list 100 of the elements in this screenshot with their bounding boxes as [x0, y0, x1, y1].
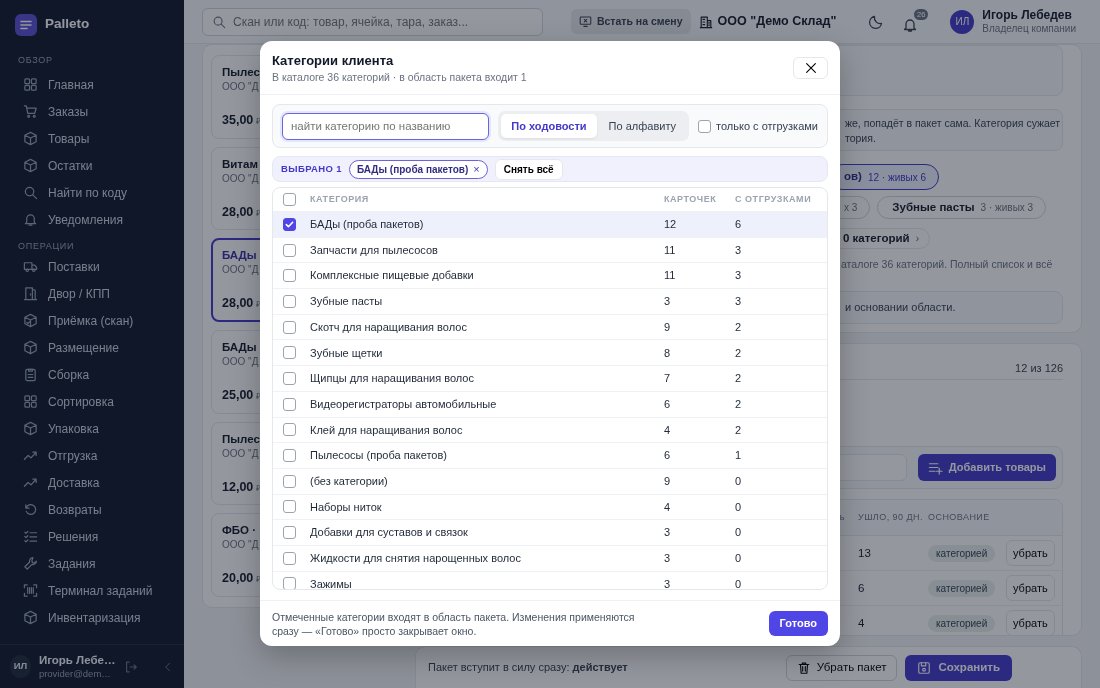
checkbox[interactable] [698, 119, 712, 133]
checkbox[interactable] [283, 500, 296, 514]
table-row[interactable]: Жидкости для снятия нарощенных волос 3 0 [273, 545, 827, 572]
cart-icon [23, 104, 38, 119]
sidebar-item[interactable]: Приёмка (скан) [0, 307, 184, 334]
sidebar-item[interactable]: Отгрузка [0, 442, 184, 469]
checkbox[interactable] [283, 449, 296, 463]
checkbox[interactable] [283, 346, 296, 360]
sidebar-item[interactable]: Задания [0, 550, 184, 577]
sort-tab[interactable]: По алфавиту [598, 113, 687, 139]
sidebar-item[interactable]: Заказы [0, 98, 184, 125]
logout-icon[interactable] [124, 659, 138, 674]
checkbox[interactable] [283, 526, 296, 540]
checkbox[interactable] [283, 474, 296, 488]
clipboard-icon [23, 367, 38, 382]
checkbox[interactable] [283, 577, 296, 589]
table-row[interactable]: Скотч для наращивания волос 9 2 [273, 314, 827, 341]
sidebar-item[interactable]: Упаковка [0, 415, 184, 442]
note-text: тория. [845, 131, 876, 146]
checkbox[interactable] [283, 294, 296, 308]
remove-button[interactable]: убрать [1006, 574, 1055, 602]
table-cell: 0 [735, 552, 742, 565]
search-field[interactable]: найти категорию по названию [282, 112, 490, 140]
dialog-title: Категории клиента [272, 53, 395, 69]
table-cell: 3 [664, 552, 671, 565]
shift-button[interactable]: Встать на смену [570, 8, 691, 35]
sidebar-item[interactable]: Доставка [0, 469, 184, 496]
table-cell: 0 [735, 474, 742, 487]
sidebar-item[interactable]: Остатки [0, 152, 184, 179]
table-row[interactable]: Зубные щетки 8 2 [273, 340, 827, 367]
user-role: Владелец компании [982, 22, 1076, 35]
brand-name: Palleto [45, 15, 90, 34]
search-icon [23, 185, 38, 200]
product-company: ООО "Д [222, 447, 259, 459]
add-goods-button[interactable]: Добавить товары [917, 454, 1056, 482]
product-price: 25,00 [222, 386, 254, 404]
checkbox[interactable] [283, 371, 296, 385]
table-row[interactable]: Видеорегистраторы автомобильные 6 2 [273, 391, 827, 418]
table-cell: Зажимы [310, 577, 352, 589]
table-row[interactable]: БАДы (проба пакетов) 12 6 [273, 212, 827, 238]
remove-button[interactable]: убрать [1006, 539, 1055, 567]
table-row[interactable]: Клей для наращивания волос 4 2 [273, 417, 827, 444]
checkbox[interactable] [283, 269, 296, 283]
done-button[interactable]: Готово [768, 611, 828, 636]
table-cell: Скотч для наращивания волос [310, 320, 467, 333]
checkbox[interactable] [283, 423, 296, 437]
remove-button[interactable]: убрать [1006, 609, 1055, 636]
clear-all-button[interactable]: Снять всё [494, 158, 563, 180]
user-name: Игорь Лебедев [982, 8, 1073, 22]
sidebar-item[interactable]: Сборка [0, 361, 184, 388]
table-row[interactable]: Щипцы для наращивания волос 7 2 [273, 366, 827, 392]
table-row[interactable]: Запчасти для пылесосов 11 3 [273, 237, 827, 264]
sidebar-item[interactable]: Двор / КПП [0, 280, 184, 307]
product-title: ФБО · [222, 524, 257, 537]
chip-stats: 12 · живых 6 [867, 170, 927, 185]
table-cell: 2 [735, 397, 742, 410]
sidebar-item[interactable]: Поставки [0, 253, 184, 280]
table-row[interactable]: Зажимы 3 0 [273, 571, 827, 589]
table-row[interactable]: (без категории) 9 0 [273, 468, 827, 495]
sidebar-item[interactable]: Решения [0, 523, 184, 550]
checkbox[interactable] [283, 397, 296, 411]
checkbox[interactable] [283, 217, 296, 231]
sidebar-item[interactable]: Сортировка [0, 388, 184, 415]
checkbox[interactable] [283, 243, 296, 257]
close-button[interactable] [793, 57, 828, 79]
sidebar-item[interactable]: Размещение [0, 334, 184, 361]
sidebar-item[interactable]: Найти по коду [0, 179, 184, 206]
table-cell: 1 [735, 449, 742, 462]
category-chip[interactable]: Зубные пасты 3 · живых 3 [877, 196, 1047, 219]
chip-stats: 3 · живых 3 [980, 201, 1034, 215]
sidebar-item[interactable]: Возвраты [0, 496, 184, 523]
wrench-icon [23, 556, 38, 571]
table-row[interactable]: Пылесосы (проба пакетов) 6 1 [273, 443, 827, 469]
sidebar-item[interactable]: Инвентаризация [0, 604, 184, 631]
column-header: ь [839, 511, 845, 522]
sidebar-item[interactable]: Уведомления [0, 206, 184, 233]
table-row[interactable]: Наборы ниток 4 0 [273, 494, 827, 521]
table-row[interactable]: Зубные пасты 3 3 [273, 289, 827, 315]
box-icon [23, 131, 38, 146]
user-name: Игорь Лебе… [38, 653, 116, 667]
remove-package-button[interactable]: Убрать пакет [785, 654, 898, 681]
checkbox[interactable] [283, 320, 296, 334]
remove-chip-button[interactable]: × [473, 163, 480, 175]
checklist-icon [23, 529, 38, 544]
sidebar-item[interactable]: Товары [0, 125, 184, 152]
sort-tab[interactable]: По ходовости [501, 113, 597, 139]
sidebar-item[interactable]: Терминал заданий [0, 577, 184, 604]
table-cell: Добавки для суставов и связок [310, 526, 468, 539]
save-button[interactable]: Сохранить [905, 654, 1012, 681]
table-cell: Клей для наращивания волос [310, 423, 463, 436]
checkbox[interactable] [283, 551, 296, 565]
sidebar-item[interactable]: Главная [0, 71, 184, 98]
close-icon [803, 61, 818, 75]
building-icon [698, 14, 713, 29]
table-row[interactable]: Комплексные пищевые добавки 11 3 [273, 263, 827, 290]
table-row[interactable]: Добавки для суставов и связок 3 0 [273, 520, 827, 546]
status-text: Пакет вступит в силу сразу: действует [428, 660, 628, 676]
avatar[interactable]: ИЛ [950, 9, 975, 34]
company-name[interactable]: ООО "Демо Склад" [717, 12, 837, 31]
checkbox[interactable] [283, 193, 296, 206]
